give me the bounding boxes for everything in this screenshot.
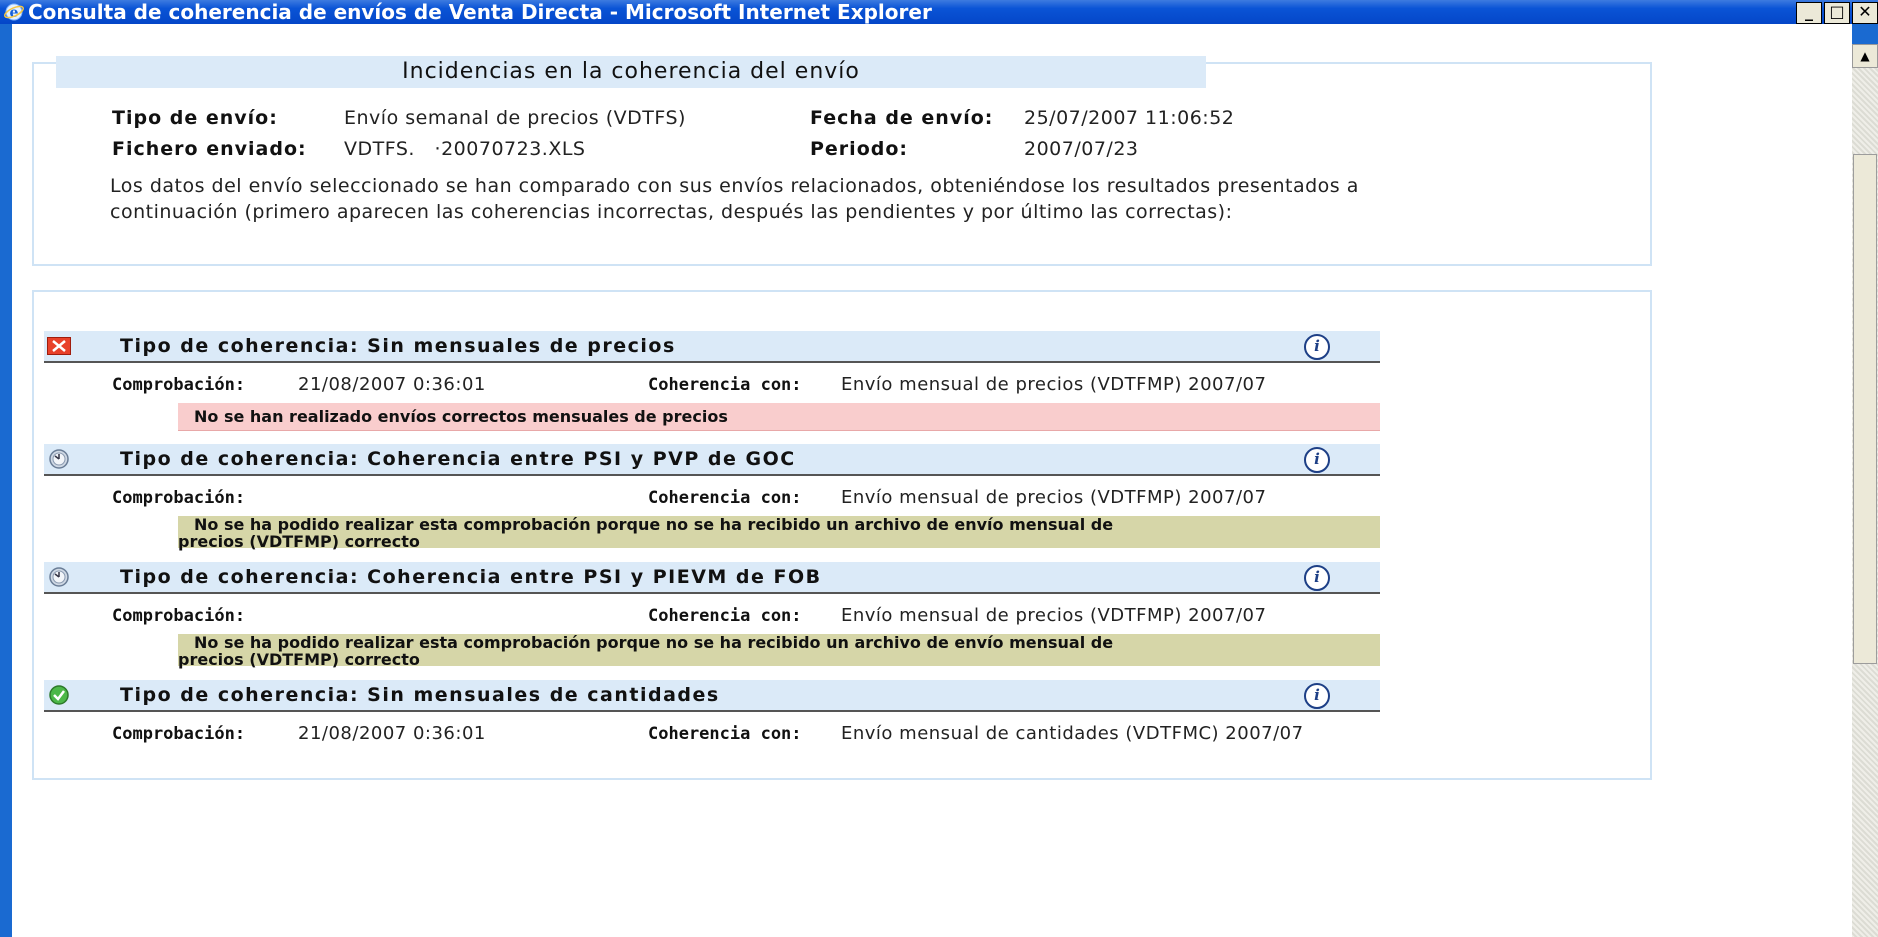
maximize-button[interactable]: □ xyxy=(1824,2,1850,24)
fichero-label: Fichero enviado: xyxy=(112,138,307,160)
envio-summary-panel xyxy=(32,62,1652,266)
scroll-up-arrow-icon[interactable]: ▲ xyxy=(1852,44,1878,68)
coherencia-header-1: Tipo de coherencia: Sin mensuales de pre… xyxy=(44,331,1380,363)
window-title: Consulta de coherencia de envíos de Vent… xyxy=(28,0,932,24)
comprobacion-value: 21/08/2007 0:36:01 xyxy=(298,374,486,395)
coherencia-title: Tipo de coherencia: Coherencia entre PSI… xyxy=(120,566,822,588)
periodo-value: 2007/07/23 xyxy=(1024,138,1139,160)
coherencia-title: Tipo de coherencia: Sin mensuales de can… xyxy=(120,684,720,706)
info-icon[interactable]: i xyxy=(1304,334,1330,360)
window-frame-left xyxy=(0,24,12,937)
coherencia-con-label: Coherencia con: xyxy=(648,375,802,395)
tipo-envio-label: Tipo de envío: xyxy=(112,107,278,129)
comprobacion-label: Comprobación: xyxy=(112,724,246,744)
pending-message: No se ha podido realizar esta comprobaci… xyxy=(178,515,1380,551)
scrollbar-thumb[interactable] xyxy=(1853,154,1877,664)
coherencia-con-label: Coherencia con: xyxy=(648,488,802,508)
info-icon[interactable]: i xyxy=(1304,565,1330,591)
coherencia-header-3: Tipo de coherencia: Coherencia entre PSI… xyxy=(44,562,1380,594)
clock-pending-icon xyxy=(46,449,72,469)
comprobacion-value: 21/08/2007 0:36:01 xyxy=(298,723,486,744)
coherencia-header-2: Tipo de coherencia: Coherencia entre PSI… xyxy=(44,444,1380,476)
info-icon[interactable]: i xyxy=(1304,447,1330,473)
pending-message-line-2: precios (VDTFMP) correcto xyxy=(178,532,420,551)
pending-message-line-2: precios (VDTFMP) correcto xyxy=(178,650,420,669)
description-text: Los datos del envío seleccionado se han … xyxy=(110,175,1359,223)
coherencia-con-value: Envío mensual de cantidades (VDTFMC) 200… xyxy=(841,723,1304,744)
coherencia-title: Tipo de coherencia: Coherencia entre PSI… xyxy=(120,448,796,470)
fichero-value: VDTFS. ·20070723.XLS xyxy=(344,138,586,160)
periodo-label: Periodo: xyxy=(810,138,908,160)
coherencia-con-value: Envío mensual de precios (VDTFMP) 2007/0… xyxy=(841,487,1267,508)
coherencia-con-value: Envío mensual de precios (VDTFMP) 2007/0… xyxy=(841,605,1267,626)
comprobacion-label: Comprobación: xyxy=(112,488,246,508)
coherencia-header-4: Tipo de coherencia: Sin mensuales de can… xyxy=(44,680,1380,712)
page-title: Incidencias en la coherencia del envío xyxy=(56,56,1206,88)
coherencia-title: Tipo de coherencia: Sin mensuales de pre… xyxy=(120,335,676,357)
comprobacion-label: Comprobación: xyxy=(112,606,246,626)
close-button[interactable]: ✕ xyxy=(1852,2,1878,24)
tipo-envio-value: Envío semanal de precios (VDTFS) xyxy=(344,107,686,129)
coherencia-con-label: Coherencia con: xyxy=(648,606,802,626)
vertical-scrollbar[interactable]: ▲ xyxy=(1852,44,1878,937)
comprobacion-label: Comprobación: xyxy=(112,375,246,395)
coherencia-con-label: Coherencia con: xyxy=(648,724,802,744)
pending-message: No se ha podido realizar esta comprobaci… xyxy=(178,633,1380,669)
window-titlebar: e Consulta de coherencia de envíos de Ve… xyxy=(0,0,1878,24)
check-ok-icon xyxy=(46,685,72,705)
clock-pending-icon xyxy=(46,567,72,587)
coherencia-con-value: Envío mensual de precios (VDTFMP) 2007/0… xyxy=(841,374,1267,395)
fecha-envio-value: 25/07/2007 11:06:52 xyxy=(1024,107,1235,129)
error-x-icon xyxy=(46,336,72,356)
pending-message-line-1: No se ha podido realizar esta comprobaci… xyxy=(194,515,1114,534)
pending-message-line-1: No se ha podido realizar esta comprobaci… xyxy=(194,633,1114,652)
fecha-envio-label: Fecha de envío: xyxy=(810,107,994,129)
error-message: No se han realizado envíos correctos men… xyxy=(178,403,1380,431)
minimize-button[interactable]: _ xyxy=(1796,2,1822,24)
internet-explorer-icon: e xyxy=(4,2,24,22)
info-icon[interactable]: i xyxy=(1304,683,1330,709)
